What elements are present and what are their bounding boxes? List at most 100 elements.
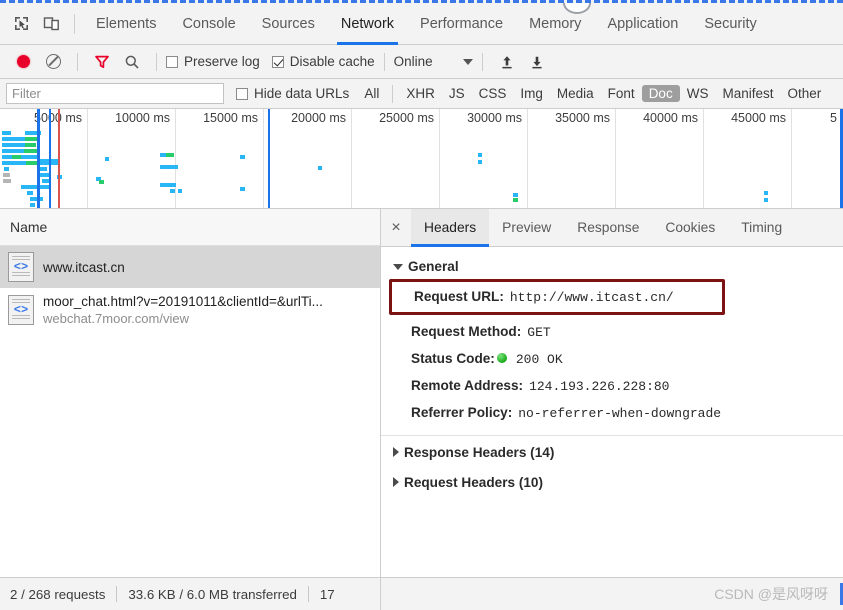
request-headers-label: Request Headers (10) bbox=[404, 474, 544, 490]
tab-sources[interactable]: Sources bbox=[249, 3, 328, 45]
filter-toggle-button[interactable] bbox=[87, 47, 117, 77]
type-filter-manifest[interactable]: Manifest bbox=[715, 85, 780, 102]
document-icon: <> bbox=[8, 252, 34, 282]
close-icon[interactable]: × bbox=[381, 209, 411, 247]
hide-data-urls-checkbox[interactable]: Hide data URLs bbox=[236, 86, 349, 101]
status-code-row: Status Code: 200 OK bbox=[381, 345, 843, 372]
search-icon bbox=[125, 55, 139, 69]
disable-cache-checkbox[interactable]: Disable cache bbox=[271, 54, 375, 69]
overview-tick: 15000 ms bbox=[176, 109, 264, 208]
record-button[interactable] bbox=[8, 47, 38, 77]
type-filter-other[interactable]: Other bbox=[780, 85, 828, 102]
table-row[interactable]: <> moor_chat.html?v=20191011&clientId=&u… bbox=[0, 288, 380, 332]
table-row[interactable]: <> www.itcast.cn bbox=[0, 246, 380, 288]
remote-address-value: 124.193.226.228:80 bbox=[529, 379, 670, 395]
overview-tick: 40000 ms bbox=[616, 109, 704, 208]
tab-timing[interactable]: Timing bbox=[728, 209, 795, 247]
overview-tick-label: 15000 ms bbox=[203, 111, 258, 125]
general-section-label: General bbox=[408, 259, 459, 274]
devtools-window: Elements Console Sources Network Perform… bbox=[0, 0, 843, 610]
tab-console[interactable]: Console bbox=[169, 3, 248, 45]
disable-cache-box[interactable] bbox=[271, 55, 284, 68]
type-filter-doc[interactable]: Doc bbox=[641, 85, 680, 102]
overview-tick: 5 bbox=[792, 109, 843, 208]
inspect-element-icon[interactable] bbox=[6, 9, 36, 39]
device-toolbar-icon[interactable] bbox=[36, 9, 66, 39]
throttling-value[interactable]: Online bbox=[394, 54, 433, 69]
tabstrip-separator bbox=[74, 13, 75, 34]
status-divider bbox=[307, 586, 309, 602]
overview-selection-edge bbox=[268, 109, 270, 208]
referrer-policy-value: no-referrer-when-downgrade bbox=[518, 406, 722, 422]
type-filter-media[interactable]: Media bbox=[550, 85, 601, 102]
dom-content-loaded-marker-2 bbox=[49, 109, 51, 208]
resources-size-truncated: 17 bbox=[319, 586, 335, 602]
request-list-pane: Name <> www.itcast.cn <> moor_chat.html?… bbox=[0, 209, 381, 587]
request-method-value: GET bbox=[527, 324, 551, 340]
type-filter-all[interactable]: All bbox=[357, 85, 386, 102]
request-url-row: Request URL: http://www.itcast.cn/ bbox=[392, 282, 722, 312]
remote-address-row: Remote Address: 124.193.226.228:80 bbox=[381, 373, 843, 400]
document-icon: <> bbox=[8, 295, 34, 325]
toolbar-separator-4 bbox=[481, 52, 483, 71]
chevron-down-icon[interactable] bbox=[462, 58, 473, 65]
overview-tick-label: 30000 ms bbox=[467, 111, 522, 125]
overview-tick-label: 40000 ms bbox=[643, 111, 698, 125]
overview-tick-label: 5 bbox=[830, 111, 837, 125]
type-separator bbox=[392, 84, 394, 103]
request-name: www.itcast.cn bbox=[43, 259, 125, 275]
type-filter-ws[interactable]: WS bbox=[680, 85, 716, 102]
overview-tick-label: 35000 ms bbox=[555, 111, 610, 125]
general-section-header[interactable]: General bbox=[381, 256, 843, 277]
referrer-policy-key: Referrer Policy: bbox=[411, 405, 513, 421]
toolbar-separator-3 bbox=[383, 52, 385, 71]
overview-tick-label: 25000 ms bbox=[379, 111, 434, 125]
type-filter-img[interactable]: Img bbox=[513, 85, 550, 102]
resource-type-filters: All XHR JS CSS Img Media Font Doc WS Man… bbox=[357, 84, 828, 103]
load-event-marker bbox=[58, 109, 60, 208]
overview-tick-label: 10000 ms bbox=[115, 111, 170, 125]
transferred-size: 33.6 KB / 6.0 MB transferred bbox=[128, 586, 297, 602]
status-bar-summary: 2 / 268 requests 33.6 KB / 6.0 MB transf… bbox=[0, 577, 381, 610]
tab-response[interactable]: Response bbox=[564, 209, 652, 247]
request-headers-section-header[interactable]: Request Headers (10) bbox=[381, 472, 843, 493]
preserve-log-label: Preserve log bbox=[184, 54, 260, 69]
tab-headers[interactable]: Headers bbox=[411, 209, 490, 247]
request-url-value: http://www.itcast.cn/ bbox=[509, 290, 674, 305]
tab-security[interactable]: Security bbox=[691, 3, 769, 45]
type-filter-css[interactable]: CSS bbox=[472, 85, 514, 102]
search-input[interactable] bbox=[6, 83, 224, 104]
export-har-button[interactable] bbox=[522, 47, 552, 77]
clear-button[interactable] bbox=[38, 47, 68, 77]
type-filter-xhr[interactable]: XHR bbox=[399, 85, 442, 102]
overview-tick: 25000 ms bbox=[352, 109, 440, 208]
type-filter-font[interactable]: Font bbox=[601, 85, 642, 102]
network-overview-timeline[interactable]: 5000 ms 10000 ms 15000 ms 20000 ms 25000… bbox=[0, 109, 843, 209]
response-headers-section-header[interactable]: Response Headers (14) bbox=[381, 442, 843, 463]
referrer-policy-row: Referrer Policy: no-referrer-when-downgr… bbox=[381, 400, 843, 427]
tab-performance[interactable]: Performance bbox=[407, 3, 516, 45]
devtools-tabstrip: Elements Console Sources Network Perform… bbox=[0, 3, 843, 45]
tab-elements[interactable]: Elements bbox=[83, 3, 169, 45]
search-button[interactable] bbox=[117, 47, 147, 77]
status-divider bbox=[116, 586, 118, 602]
tab-cookies[interactable]: Cookies bbox=[652, 209, 728, 247]
request-text: www.itcast.cn bbox=[43, 260, 125, 275]
tab-network[interactable]: Network bbox=[328, 3, 407, 45]
chevron-right-icon bbox=[393, 477, 399, 488]
preserve-log-checkbox[interactable]: Preserve log bbox=[166, 54, 260, 69]
chevron-down-icon bbox=[393, 263, 403, 270]
requests-count: 2 / 268 requests bbox=[10, 586, 106, 602]
type-filter-js[interactable]: JS bbox=[442, 85, 472, 102]
upload-arrow-icon bbox=[502, 55, 512, 68]
hide-data-urls-box[interactable] bbox=[236, 87, 248, 100]
tab-application[interactable]: Application bbox=[594, 3, 691, 45]
request-list-header: Name bbox=[0, 209, 380, 246]
overview-tick-label: 45000 ms bbox=[731, 111, 786, 125]
filter-bar: Hide data URLs All XHR JS CSS Img Media … bbox=[0, 79, 843, 109]
toolbar-separator-2 bbox=[156, 52, 157, 71]
import-har-button[interactable] bbox=[492, 47, 522, 77]
remote-address-key: Remote Address: bbox=[411, 378, 524, 394]
tab-preview[interactable]: Preview bbox=[489, 209, 564, 247]
preserve-log-box[interactable] bbox=[166, 55, 178, 68]
